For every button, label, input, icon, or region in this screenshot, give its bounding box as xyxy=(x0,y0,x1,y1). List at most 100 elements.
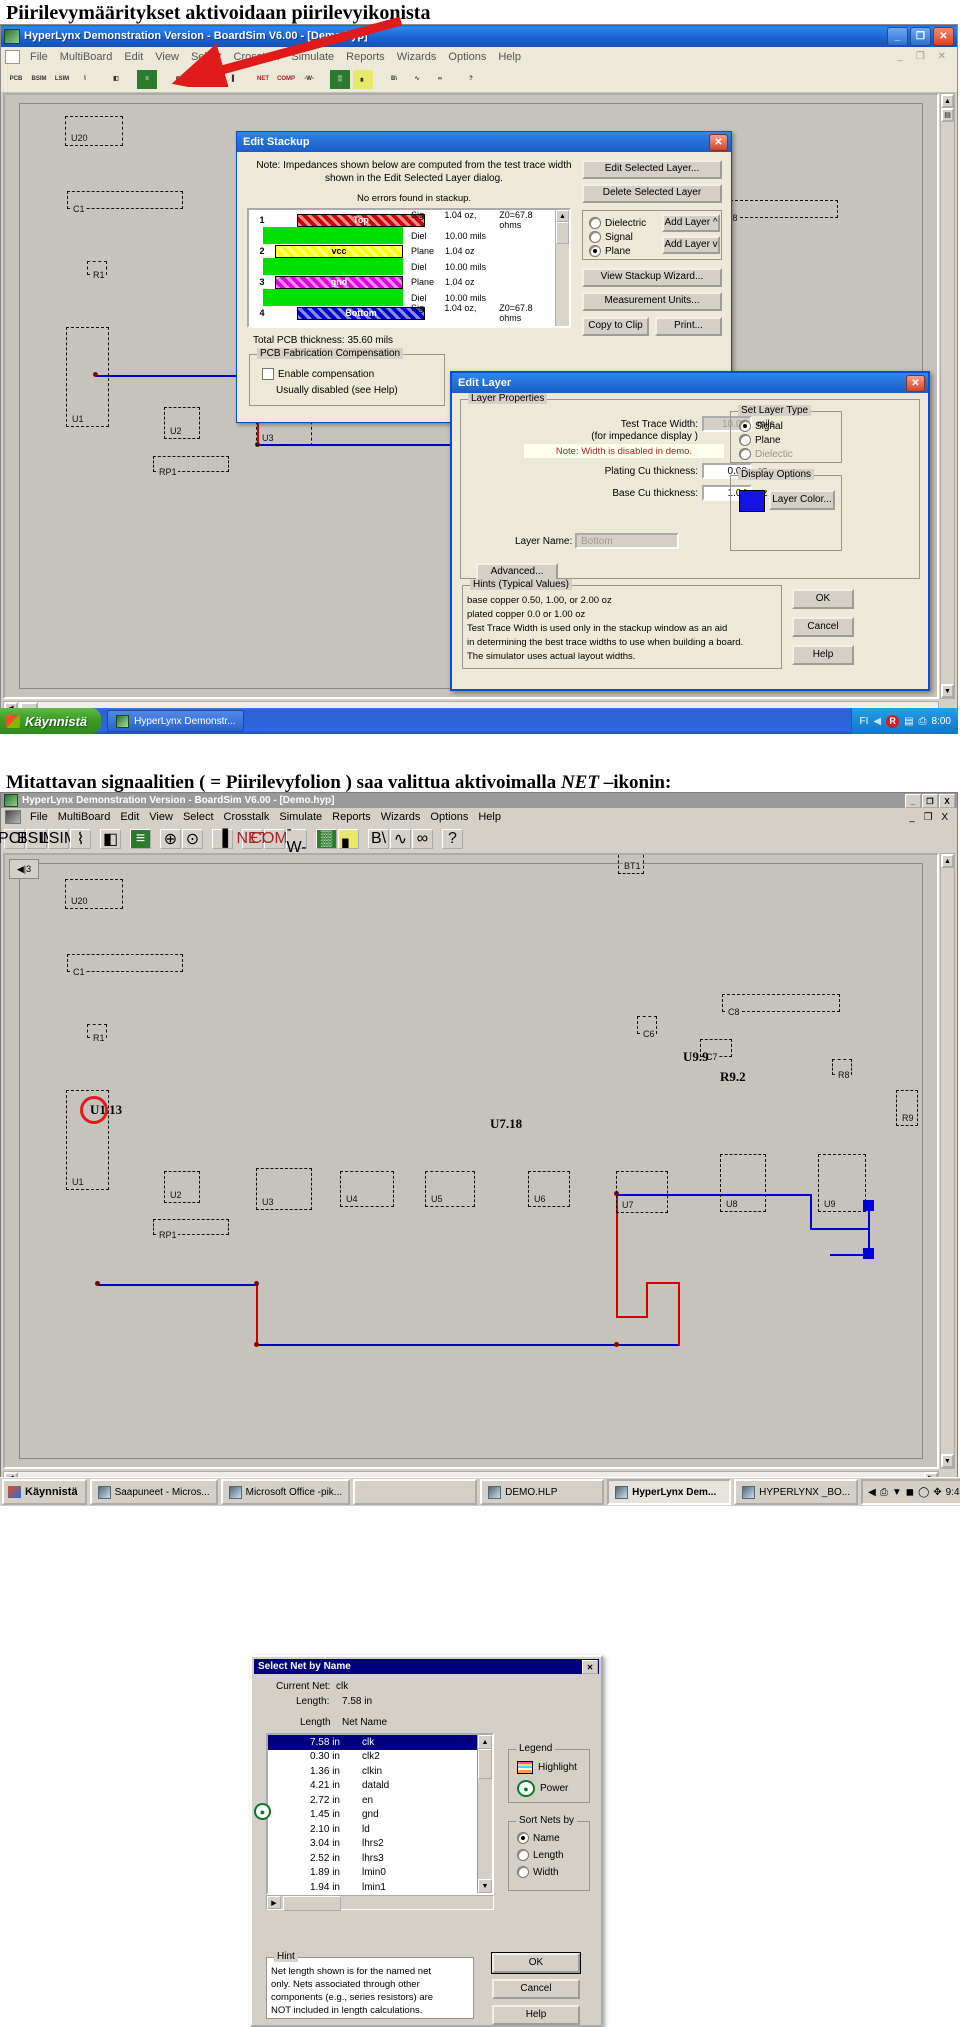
menu-item-file[interactable]: File xyxy=(24,51,54,63)
add-layer-down-button[interactable]: Add Layer v xyxy=(662,236,720,254)
pcb-component-u2[interactable]: U2 xyxy=(164,1171,200,1203)
close-icon[interactable]: ✕ xyxy=(709,134,728,151)
close-button[interactable]: X xyxy=(939,794,955,808)
edit-layer-dialog[interactable]: Edit Layer ✕ Layer Properties Test Trace… xyxy=(450,371,930,691)
net-list-item[interactable]: 7.58 in clk xyxy=(268,1735,492,1750)
toolbar-1[interactable]: PCB BSIM LSIM ⌇ ◧ ≡ ⊕ ⊙ ▐ NET COMP -W- ▒ ▖ B\ ∿ ∞? xyxy=(1,66,957,93)
pcb-component-r8[interactable]: R8 xyxy=(832,1059,852,1080)
radio-width[interactable]: Width xyxy=(517,1866,559,1878)
menu-item-view[interactable]: View xyxy=(149,51,185,63)
pcb-component-r1[interactable]: R1 xyxy=(87,1024,107,1043)
taskbar-clock-1[interactable]: 8:00 xyxy=(932,716,951,727)
cancel-button[interactable]: Cancel xyxy=(792,617,854,637)
network-icon[interactable]: ▼ xyxy=(892,1487,902,1498)
radio-plane[interactable]: Plane xyxy=(589,245,631,257)
bsim-button[interactable]: BSIM xyxy=(28,68,50,90)
taskbar-task-hyperlynx[interactable]: HyperLynx Dem... xyxy=(607,1479,732,1505)
key-icon[interactable]: ✥ xyxy=(933,1487,941,1498)
stackup-layer-row[interactable]: Diel 10.00 mils xyxy=(249,258,556,275)
menu-item-wizards[interactable]: Wizards xyxy=(376,811,426,823)
menu-item-multiboard[interactable]: MultiBoard xyxy=(54,51,119,63)
net-list-item[interactable]: 1.36 in clkin xyxy=(268,1764,492,1779)
layer-color-button[interactable]: Layer Color... xyxy=(769,490,835,510)
menu-item-multiboard[interactable]: MultiBoard xyxy=(53,811,116,823)
menu-item-help[interactable]: Help xyxy=(492,51,527,63)
terminator-button[interactable]: -W- xyxy=(298,68,320,90)
board-stackup-button[interactable]: ≡ xyxy=(136,68,158,90)
enable-compensation-checkbox[interactable]: Enable compensation xyxy=(262,368,374,380)
taskbar-task-empty[interactable] xyxy=(353,1479,478,1505)
system-menu-icon[interactable] xyxy=(5,810,21,824)
tray-language[interactable]: FI xyxy=(859,716,868,727)
menu-item-file[interactable]: File xyxy=(25,811,53,823)
waveform-button[interactable]: ⌇ xyxy=(70,828,91,849)
pcb-component-rp1[interactable]: RP1 xyxy=(153,1219,229,1240)
radio-dielectric[interactable]: Dielectric xyxy=(589,217,646,229)
mdi-window-controls-1[interactable]: _ ❐ ✕ xyxy=(898,51,957,62)
zoom-out-button[interactable]: ⊙ xyxy=(182,828,203,849)
pcb-component-c6[interactable]: C6 xyxy=(637,1016,657,1039)
system-tray-1[interactable]: FI ◀ R ▤ ⎙ 8:00 xyxy=(851,708,958,734)
net-list-item[interactable]: 1.94 in lmin1 xyxy=(268,1880,492,1893)
pcb-component-u6[interactable]: U6 xyxy=(528,1171,570,1207)
taskbar-2[interactable]: Käynnistä Saapuneet - Micros... Microsoft… xyxy=(0,1477,960,1506)
net-list-rows[interactable]: 7.58 in clk 0.30 in clk2 1.36 in clkin 4.21 in… xyxy=(268,1735,492,1893)
scroll-right-arrow[interactable]: ▶ xyxy=(267,1896,281,1909)
net-list-item[interactable]: 2.10 in ld xyxy=(268,1822,492,1837)
radio-plane[interactable]: Plane xyxy=(739,434,781,446)
menu-item-crosstalk[interactable]: Crosstalk xyxy=(219,811,275,823)
minimize-button[interactable]: _ xyxy=(905,794,921,808)
hscroll-thumb[interactable] xyxy=(283,1896,341,1911)
help-button[interactable]: ? xyxy=(460,68,482,90)
net-list-vscrollbar[interactable]: ▲ ▼ xyxy=(477,1735,492,1893)
pcb-component-rp1[interactable]: RP1 xyxy=(153,456,229,477)
ok-button[interactable]: OK xyxy=(491,1952,581,1974)
net-list-item[interactable]: 2.72 in en xyxy=(268,1793,492,1808)
vertical-scrollbar-2[interactable]: ▲ ▼ xyxy=(940,853,955,1469)
close-icon[interactable]: ✕ xyxy=(582,1660,598,1674)
taskbar-task-hyperlynx[interactable]: HYPERLYNX _BO... xyxy=(734,1479,859,1505)
net-list-item[interactable]: 0.30 in clk2 xyxy=(268,1750,492,1765)
radio-signal[interactable]: Signal xyxy=(739,420,783,432)
pcb-component-u1[interactable]: U1 xyxy=(66,327,109,427)
menu-item-edit[interactable]: Edit xyxy=(115,811,144,823)
taskbar-1[interactable]: Käynnistä HyperLynx Demonstr... FI ◀ R ▤… xyxy=(0,708,958,734)
maximize-button[interactable]: ❐ xyxy=(922,794,938,808)
zoom-in-button[interactable]: ⊕ xyxy=(160,828,181,849)
stackup-layer-row[interactable]: Diel 10.00 mils xyxy=(249,227,556,244)
net-list-hscrollbar[interactable]: ◀ ▶ xyxy=(266,1895,494,1911)
pcb-component-bt1[interactable]: BT1 xyxy=(618,855,644,874)
help-button[interactable]: Help xyxy=(792,645,854,665)
menu-item-options[interactable]: Options xyxy=(442,51,492,63)
volume-icon[interactable]: ◀ xyxy=(873,716,881,727)
net-list-item[interactable]: 3.04 in lhrs2 xyxy=(268,1837,492,1852)
mouse-icon[interactable]: ◯ xyxy=(918,1487,929,1498)
stackup-layer-row[interactable]: 2 vcc Plane 1.04 oz xyxy=(249,244,556,258)
menu-item-reports[interactable]: Reports xyxy=(340,51,391,63)
pcb-component-r9[interactable]: R9 xyxy=(896,1090,918,1126)
osc-button[interactable]: ∿ xyxy=(406,68,428,90)
copy-to-clip-button[interactable]: Copy to Clip xyxy=(582,317,649,336)
scroll-down-arrow[interactable]: ▼ xyxy=(478,1879,492,1893)
zoom-out-button[interactable]: ⊙ xyxy=(190,68,212,90)
ok-button[interactable]: OK xyxy=(792,589,854,609)
zoom-in-button[interactable]: ⊕ xyxy=(167,68,189,90)
stackup-layer-row[interactable]: 3 gnd Plane 1.04 oz xyxy=(249,275,556,289)
toolbar-2[interactable]: PCB BSIM LSIM ⌇ ◧ ≡ ⊕ ⊙ ▐ NET COMP -W- ▒ ▖ B\ ∿ ∞? xyxy=(0,821,957,856)
pcb-board-2[interactable]: U20 C1 R1 U1 U2 RP1 U3 U4 U5 U6 U7 U8 U9 C6 C7 C8 R8 R9 BT… xyxy=(19,855,923,1459)
cancel-button[interactable]: Cancel xyxy=(492,1979,580,1999)
waveform-button[interactable]: ⌇ xyxy=(74,68,96,90)
menu-item-edit[interactable]: Edit xyxy=(118,51,149,63)
scroll-page-icon[interactable]: ▤ xyxy=(941,108,954,122)
menu-item-view[interactable]: View xyxy=(144,811,178,823)
stackup-layer-row[interactable]: 4 Bottom Sig 1.04 oz, Z0=67.8 ohms xyxy=(249,303,556,323)
net-list-item[interactable]: 1.45 in gnd xyxy=(268,1808,492,1823)
stackup-layer-list[interactable]: 1 Top Sig 1.04 oz, Z0=67.8 ohms Diel 10.00 mil… xyxy=(247,208,571,328)
pcb-component-u5[interactable]: U5 xyxy=(425,1171,475,1207)
scroll-up-arrow[interactable]: ▲ xyxy=(556,210,569,222)
pcb-component-u3[interactable]: U3 xyxy=(256,1168,312,1210)
net-list-item[interactable]: 4.21 in datald xyxy=(268,1779,492,1794)
menu-item-wizards[interactable]: Wizards xyxy=(391,51,443,63)
scroll-up-arrow[interactable]: ▲ xyxy=(941,854,954,868)
volume-icon[interactable]: ◀ xyxy=(868,1487,876,1498)
